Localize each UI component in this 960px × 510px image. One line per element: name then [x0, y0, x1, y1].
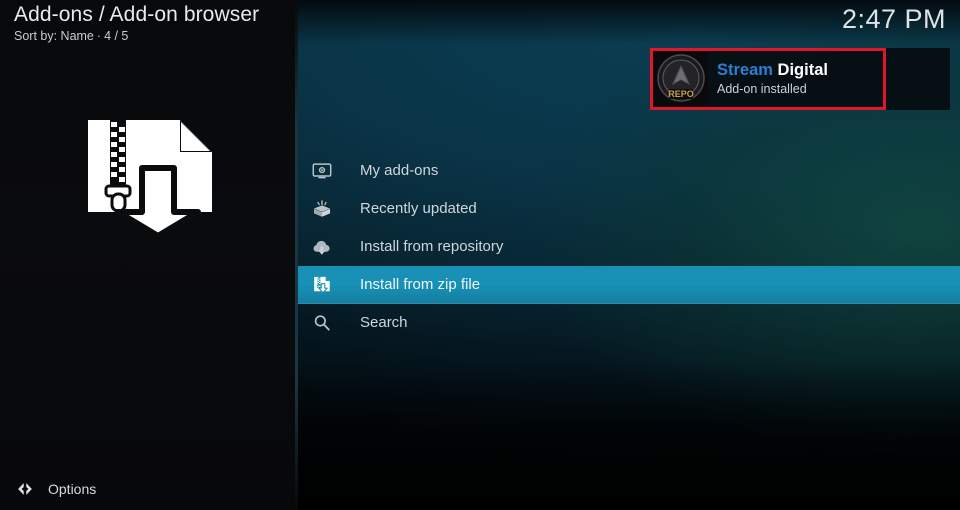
sort-label: Sort by: Name	[14, 29, 94, 43]
repo-thumb-label: REPO	[668, 89, 694, 99]
left-info-panel	[0, 0, 298, 510]
subtitle-separator: ·	[96, 29, 102, 43]
page-subtitle: Sort by: Name · 4 / 5	[14, 28, 304, 44]
menu-item-install-from-zip-file[interactable]: Install from zip file	[298, 266, 960, 304]
menu-item-search[interactable]: Search	[298, 304, 960, 342]
zip-file-download-icon	[80, 108, 220, 239]
notification-title: Stream Digital	[717, 60, 828, 81]
repo-logo-icon: REPO	[654, 52, 708, 106]
notification-text: Stream Digital Add-on installed	[717, 60, 828, 98]
magnifier-icon	[310, 311, 334, 335]
cloud-download-icon	[310, 235, 334, 259]
item-count: 4 / 5	[104, 29, 129, 43]
breadcrumb-header: Add-ons / Add-on browser Sort by: Name · 4…	[14, 2, 304, 44]
notification-title-secondary: Digital	[777, 61, 828, 79]
menu-item-label: Search	[360, 314, 408, 331]
addon-browser-menu: My add-ons Recently updated Install from…	[298, 152, 960, 342]
notification-status: Add-on installed	[717, 82, 807, 96]
menu-item-label: Install from zip file	[360, 276, 481, 293]
left-right-arrows-icon	[14, 478, 36, 500]
kodi-addon-browser-screen: Add-ons / Add-on browser Sort by: Name · 4…	[0, 0, 960, 510]
options-button[interactable]: Options	[14, 476, 96, 502]
open-box-icon	[310, 197, 334, 221]
clock: 2:47 PM	[841, 4, 946, 34]
menu-item-install-from-repository[interactable]: Install from repository	[298, 228, 960, 266]
zip-download-icon	[310, 273, 334, 297]
options-label: Options	[48, 481, 97, 497]
menu-item-label: Install from repository	[360, 238, 504, 255]
menu-item-my-addons[interactable]: My add-ons	[298, 152, 960, 190]
page-title: Add-ons / Add-on browser	[14, 3, 260, 26]
menu-item-label: My add-ons	[360, 162, 439, 179]
menu-item-recently-updated[interactable]: Recently updated	[298, 190, 960, 228]
notification-title-primary: Stream	[717, 61, 773, 79]
monitor-gear-icon	[310, 159, 334, 183]
addon-installed-notification[interactable]: REPO Stream Digital Add-on installed	[650, 48, 886, 110]
menu-item-label: Recently updated	[360, 200, 477, 217]
